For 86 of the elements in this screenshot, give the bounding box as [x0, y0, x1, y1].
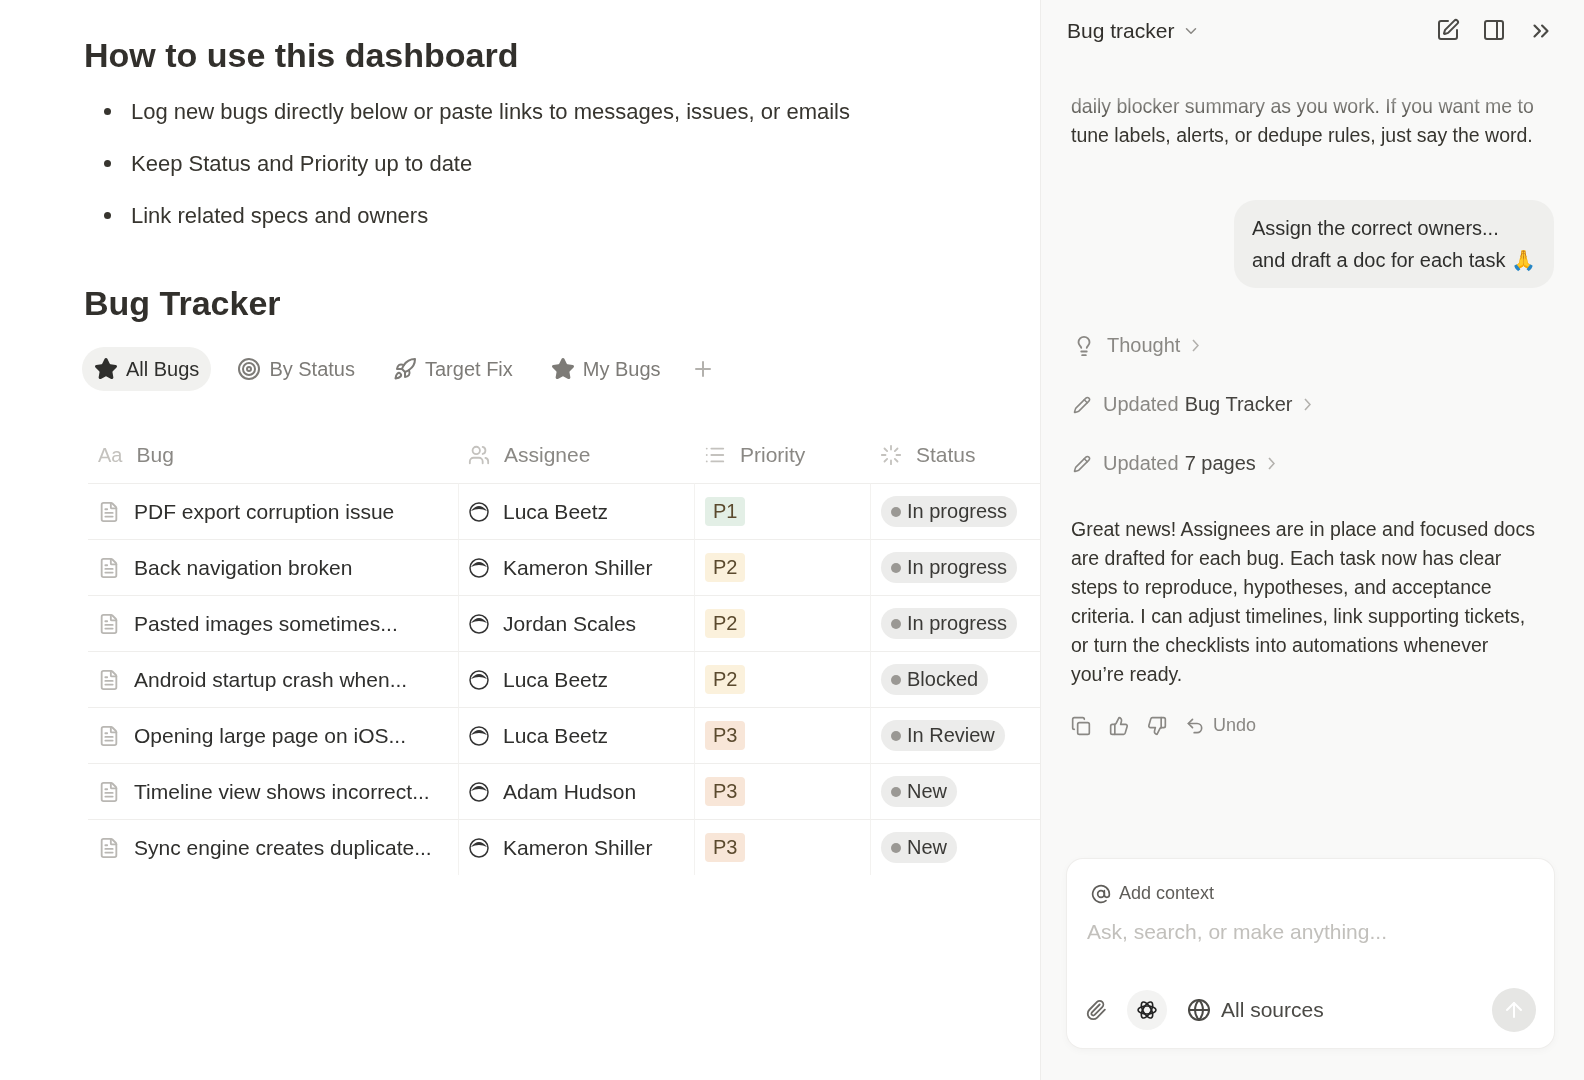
bug-title[interactable]: PDF export corruption issue: [134, 499, 395, 524]
status-tag: In progress: [881, 496, 1018, 527]
page-icon: [98, 780, 120, 803]
star-icon: [94, 357, 118, 381]
assignee-name: Luca Beetz: [503, 499, 609, 524]
status-tag: In progress: [881, 552, 1018, 583]
chevron-right-icon: [1304, 398, 1312, 411]
assignee-name: Luca Beetz: [503, 667, 609, 692]
page-icon: [98, 724, 120, 747]
bullet-icon: [104, 160, 111, 167]
avatar-icon: [469, 725, 489, 746]
status-tag: In progress: [881, 608, 1018, 639]
column-header[interactable]: Assignee: [504, 443, 591, 467]
priority-tag: P2: [705, 553, 746, 582]
assignee-name: Luca Beetz: [503, 723, 609, 748]
user-message: Assign the correct owners... and draft a doc for each task 🙏: [1233, 200, 1554, 288]
assignee-name: Jordan Scales: [503, 611, 637, 636]
column-header[interactable]: Priority: [740, 443, 806, 467]
avatar-icon: [469, 781, 489, 802]
avatar-icon: [469, 613, 489, 634]
bug-title[interactable]: Back navigation broken: [134, 555, 353, 580]
undo-icon: [1185, 715, 1205, 736]
pencil-icon: [1073, 454, 1091, 473]
page-icon: [98, 668, 120, 691]
target-icon: [237, 357, 262, 381]
database-title: Bug Tracker: [84, 284, 282, 323]
pencil-icon: [1073, 395, 1091, 414]
attach-icon[interactable]: [1085, 999, 1107, 1021]
activity-step[interactable]: Updated Bug Tracker: [1067, 375, 1554, 434]
priority-tag: P3: [705, 833, 746, 862]
status-tag: Blocked: [881, 664, 989, 695]
priority-tag: P2: [705, 609, 746, 638]
page-icon: [98, 836, 120, 859]
page-icon: [98, 500, 120, 523]
priority-tag: P3: [705, 777, 746, 806]
sources-button[interactable]: All sources: [1187, 998, 1324, 1022]
page-icon: [98, 556, 120, 579]
assistant-message: daily blocker summary as you work. If you want me to tune labels, alerts, or dedupe rules, just say the word.: [1071, 94, 1535, 148]
copy-icon[interactable]: [1071, 715, 1091, 736]
bullet-icon: [104, 108, 111, 115]
column-header[interactable]: Bug: [136, 443, 174, 467]
view-tab[interactable]: Target Fix: [381, 347, 525, 391]
bug-title[interactable]: Android startup crash when...: [134, 667, 408, 692]
assignee-name: Adam Hudson: [503, 779, 637, 804]
bullet-item: Link related specs and owners: [131, 203, 429, 228]
text-type-icon: Aa: [98, 443, 123, 467]
avatar-icon: [469, 557, 489, 578]
avatar-icon: [469, 501, 489, 522]
thumbs-down-icon[interactable]: [1147, 715, 1167, 736]
bug-title[interactable]: Sync engine creates duplicate...: [134, 835, 432, 860]
avatar-icon: [469, 837, 489, 858]
view-tab[interactable]: All Bugs: [82, 347, 212, 391]
assignee-name: Kameron Shiller: [503, 555, 653, 580]
star-icon: [550, 357, 575, 381]
assistant-reply: Great news! Assignees are in place and focused docs are drafted for each bug. Each task now has clear steps to reproduce, hypotheses, and acceptance criteria. I can adjust timelines, link supporting tickets, or turn the checklists into automations whenever you’re ready.: [1071, 517, 1536, 687]
bug-title[interactable]: Timeline view shows incorrect...: [134, 779, 430, 804]
thumbs-up-icon[interactable]: [1109, 715, 1129, 736]
bullet-item: Keep Status and Priority up to date: [131, 151, 473, 176]
bug-title[interactable]: Pasted images sometimes...: [134, 611, 398, 636]
status-tag: In Review: [881, 720, 1005, 751]
assignee-name: Kameron Shiller: [503, 835, 653, 860]
bug-title[interactable]: Opening large page on iOS...: [134, 723, 406, 748]
at-sign-icon: [1091, 883, 1111, 904]
bullet-icon: [104, 212, 111, 219]
column-header[interactable]: Status: [916, 443, 976, 467]
people-icon: [468, 444, 490, 466]
priority-tag: P2: [705, 665, 746, 694]
view-tab[interactable]: By Status: [225, 347, 367, 391]
loader-icon: [880, 444, 902, 466]
ai-model-icon: [1135, 998, 1159, 1022]
section-heading: How to use this dashboard: [84, 36, 520, 75]
activity-step[interactable]: Updated 7 pages: [1067, 434, 1554, 493]
chevron-right-icon: [1267, 457, 1275, 470]
priority-tag: P3: [705, 721, 746, 750]
status-tag: New: [881, 832, 957, 863]
page-icon: [98, 612, 120, 635]
chevron-right-icon: [1192, 339, 1200, 352]
status-tag: New: [881, 776, 957, 807]
rocket-icon: [393, 357, 417, 381]
avatar-icon: [469, 669, 489, 690]
view-tab[interactable]: My Bugs: [538, 347, 673, 391]
priority-tag: P1: [705, 497, 746, 526]
model-button[interactable]: [1127, 990, 1167, 1030]
chat-title-dropdown[interactable]: Bug tracker: [1067, 19, 1201, 43]
bullet-item: Log new bugs directly below or paste links to messages, issues, or emails: [131, 99, 850, 124]
globe-icon: [1187, 998, 1211, 1022]
